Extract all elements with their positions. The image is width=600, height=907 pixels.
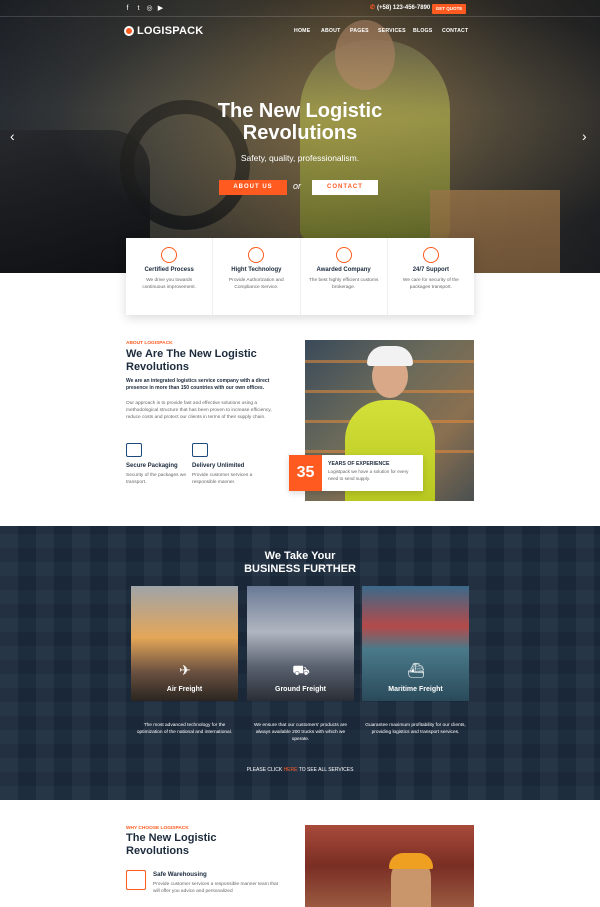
feature-desc: The best highly efficient customs broker… — [308, 278, 379, 290]
phone-label: (+58) 123-456-7890 — [377, 5, 431, 11]
service-title: Delivery Unlimited — [192, 463, 245, 469]
feature-card: Awarded Company The best highly efficien… — [301, 238, 388, 315]
feature-desc: We drive you towards continuous improvem… — [142, 278, 196, 290]
service-card-title: Ground Freight — [275, 686, 326, 693]
chevron-right-icon[interactable]: › — [582, 128, 587, 144]
feature-card: Hight Technology Provide Authorization a… — [213, 238, 301, 315]
services-title: We Take Your BUSINESS FURTHER — [150, 550, 450, 576]
service-card-desc: Guarantee maximum profitability for our … — [365, 723, 466, 735]
feature-title: 24/7 Support — [412, 267, 450, 273]
feature-title: Awarded Company — [316, 267, 371, 273]
services-title-line2: BUSINESS FURTHER — [244, 563, 356, 575]
logo-text: LOGISPACK — [137, 25, 204, 37]
services-section: We Take Your BUSINESS FURTHER ✈ Air Frei… — [0, 526, 600, 800]
award-icon — [248, 247, 265, 263]
about-us-button[interactable]: ABOUT US — [219, 180, 287, 195]
service-card-ground[interactable]: ⛟ Ground Freight — [247, 586, 354, 701]
why-image — [305, 825, 474, 907]
warehousing-title: Safe Warehousing — [153, 871, 207, 878]
experience-title: YEARS OF EXPERIENCE — [328, 461, 390, 467]
service-title: Secure Packaging — [126, 463, 178, 469]
hero-title: The New Logistic Revolutions — [150, 100, 450, 144]
nav-item-pages[interactable]: PAGES — [350, 28, 369, 34]
about-title-line2: Revolutions — [126, 361, 189, 373]
about-tag: ABOUT LOGISPACK — [126, 341, 173, 346]
feature-card: 24/7 Support We care for security of the… — [388, 238, 474, 315]
facebook-icon[interactable]: f — [124, 5, 131, 12]
chevron-left-icon[interactable]: ‹ — [10, 128, 15, 144]
phone-icon: ✆ — [370, 5, 376, 11]
package-icon — [126, 443, 142, 457]
see-all-services: PLEASE CLICK HERE TO SEE ALL SERVICES — [150, 767, 450, 773]
gear-icon — [161, 247, 178, 263]
logo-icon — [124, 26, 134, 36]
youtube-icon[interactable]: ▶ — [157, 5, 164, 12]
page: f t ◎ ▶ ✆ (+58) 123-456-7890 GET QUOTE LO… — [0, 0, 600, 907]
why-title-line1: The New Logistic — [126, 832, 217, 844]
nav-item-contact[interactable]: CONTACT — [442, 28, 468, 34]
hero-subtitle: Safety, quality, professionalism. — [240, 153, 360, 163]
feature-cards: Certified Process We drive you towards c… — [126, 238, 474, 315]
instagram-icon[interactable]: ◎ — [146, 5, 153, 12]
delivery-icon — [192, 443, 208, 457]
airplane-icon: ✈ — [179, 662, 191, 678]
service-card-desc: The most advanced technology for the opt… — [136, 723, 233, 735]
phone-number[interactable]: ✆ (+58) 123-456-7890 — [370, 4, 430, 11]
feature-desc: We care for security of the packages tra… — [402, 278, 459, 290]
why-tag: WHY CHOOSE LOGISPACK — [126, 826, 189, 831]
feature-card: Certified Process We drive you towards c… — [126, 238, 214, 315]
about-title-line1: We Are The New Logistic — [126, 348, 257, 360]
experience-number: 35 — [289, 455, 322, 491]
about-title: We Are The New Logistic Revolutions — [126, 348, 296, 374]
hero-title-line2: Revolutions — [242, 122, 358, 144]
nav-item-about[interactable]: ABOUT — [321, 28, 340, 34]
services-title-line1: We Take Your — [264, 550, 336, 562]
see-all-suffix: TO SEE ALL SERVICES — [297, 767, 354, 773]
service-card-title: Maritime Freight — [388, 686, 443, 693]
logo[interactable]: LOGISPACK — [124, 24, 203, 38]
service-desc: Provide customer services a responsible … — [192, 473, 253, 485]
service-card-maritime[interactable]: ⛴ Maritime Freight — [362, 586, 469, 701]
service-desc: Security of the packages we transport. — [126, 473, 186, 485]
warehouse-icon — [126, 870, 146, 890]
hero-banner: f t ◎ ▶ ✆ (+58) 123-456-7890 GET QUOTE LO… — [0, 0, 600, 273]
experience-badge: 35 YEARS OF EXPERIENCE Logistpack we hav… — [289, 455, 423, 491]
about-text: Our approach is to provide fast and effe… — [126, 401, 272, 420]
helmet-icon — [367, 346, 413, 366]
service-card-title: Air Freight — [166, 686, 203, 693]
nav-item-blogs[interactable]: BLOGS — [413, 28, 432, 34]
helmet-icon — [389, 853, 433, 869]
feature-title: Certified Process — [144, 267, 194, 273]
see-all-link[interactable]: HERE — [284, 767, 298, 773]
nav-item-services[interactable]: SERVICES — [378, 28, 406, 34]
warehousing-desc: Provide customer services a responsible … — [153, 882, 279, 894]
about-lead: We are an integrated logistics service c… — [126, 378, 270, 391]
nav-item-home[interactable]: HOME — [294, 28, 310, 34]
ship-icon: ⛴ — [407, 662, 425, 678]
service-card-air[interactable]: ✈ Air Freight — [131, 586, 238, 701]
get-quote-button[interactable]: GET QUOTE — [432, 4, 466, 14]
see-all-prefix: PLEASE CLICK — [246, 767, 284, 773]
truck-icon: ⛟ — [292, 662, 310, 678]
feature-desc: Provide Authorization and Compliance Ser… — [229, 278, 284, 290]
contact-button[interactable]: CONTACT — [312, 180, 378, 195]
feature-title: Hight Technology — [231, 267, 282, 273]
headset-icon — [422, 247, 439, 263]
why-title: The New Logistic Revolutions — [126, 832, 296, 858]
twitter-icon[interactable]: t — [135, 5, 142, 12]
medal-icon — [335, 247, 352, 263]
or-separator: or — [293, 181, 302, 191]
service-card-desc: We ensure that our customers' products a… — [253, 723, 348, 742]
experience-desc: Logistpack we have a solution for every … — [328, 469, 409, 481]
top-bar: f t ◎ ▶ ✆ (+58) 123-456-7890 GET QUOTE — [0, 0, 600, 17]
hero-title-line1: The New Logistic — [217, 100, 383, 122]
why-title-line2: Revolutions — [126, 845, 189, 857]
